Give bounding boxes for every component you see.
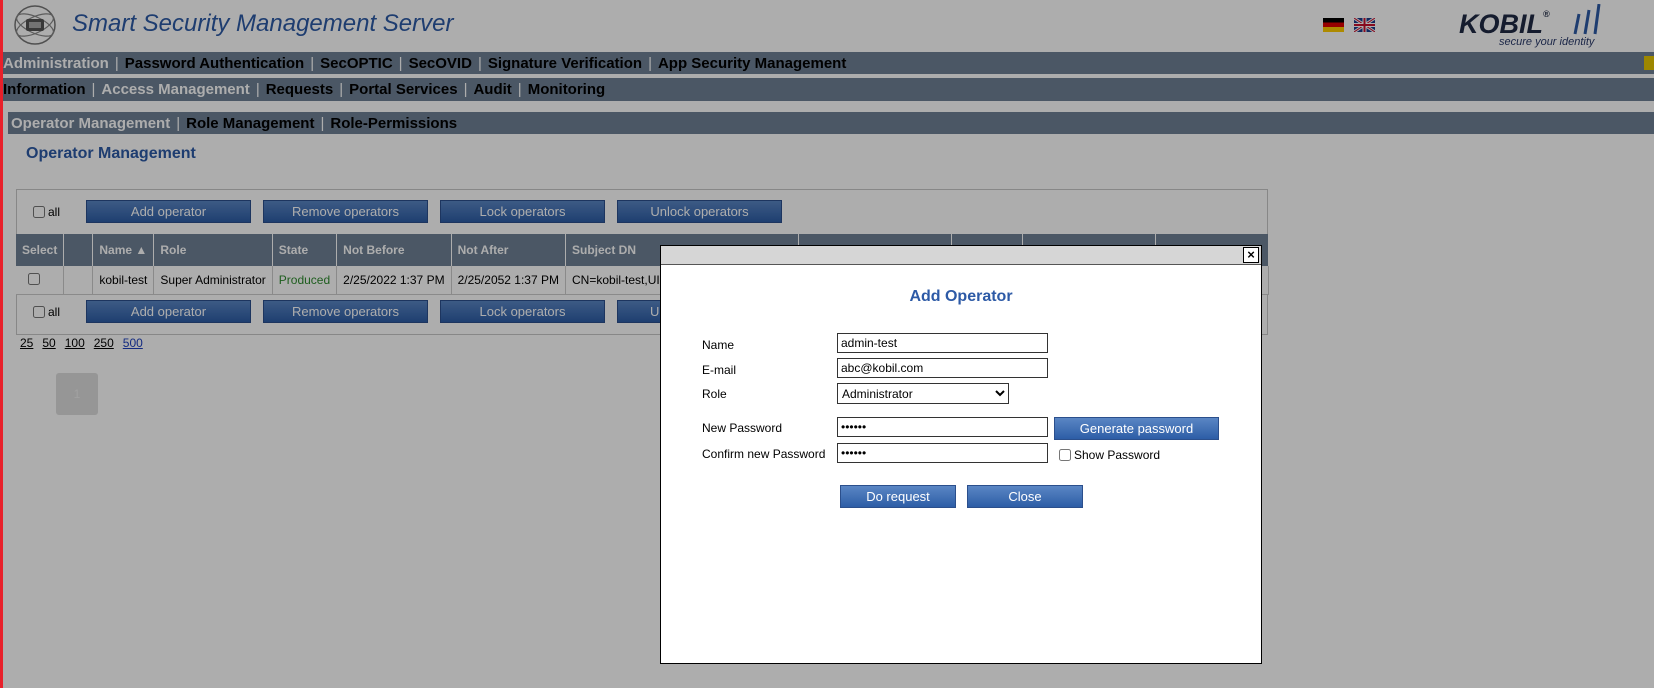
close-button[interactable]: Close — [967, 485, 1083, 508]
new-password-label: New Password — [702, 421, 783, 435]
email-label: E-mail — [702, 363, 737, 377]
close-icon[interactable]: × — [1243, 247, 1259, 263]
dialog-titlebar: × — [661, 246, 1261, 265]
add-operator-dialog: × Add Operator Name E-mail Role Administ… — [660, 245, 1262, 664]
show-password-toggle[interactable]: Show Password — [1059, 448, 1160, 462]
dialog-title: Add Operator — [909, 288, 1013, 305]
generate-password-button[interactable]: Generate password — [1054, 417, 1219, 440]
role-label: Role — [702, 387, 727, 401]
email-field[interactable] — [837, 358, 1048, 378]
role-select[interactable]: Administrator — [837, 383, 1009, 404]
confirm-password-label: Confirm new Password — [702, 447, 826, 461]
do-request-button[interactable]: Do request — [840, 485, 956, 508]
confirm-password-field[interactable] — [837, 443, 1048, 463]
name-field[interactable] — [837, 333, 1048, 353]
show-password-label: Show Password — [1074, 448, 1161, 462]
name-label: Name — [702, 338, 735, 352]
new-password-field[interactable] — [837, 417, 1048, 437]
left-edge-bar — [0, 0, 3, 688]
show-password-checkbox[interactable] — [1059, 449, 1071, 461]
